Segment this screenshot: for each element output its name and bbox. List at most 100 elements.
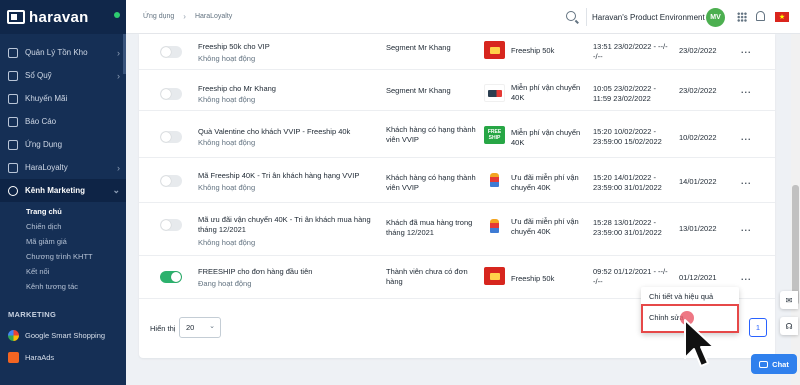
- table-row[interactable]: Mã Freeship 40K - Tri ân khách hàng hạng…: [139, 158, 775, 203]
- menu-icon: [8, 116, 18, 127]
- menu-icon: [8, 47, 18, 58]
- sidebar-item-label: Quản Lý Tồn Kho: [25, 48, 88, 57]
- sidebar-subitem[interactable]: Kênh tương tác: [0, 279, 126, 294]
- page-scrollbar-thumb[interactable]: [792, 185, 799, 305]
- sidebar-subitem[interactable]: Mã giảm giá: [0, 234, 126, 249]
- campaign-toggle[interactable]: [160, 175, 182, 187]
- more-actions-icon[interactable]: ...: [741, 85, 752, 95]
- campaign-toggle[interactable]: [160, 219, 182, 231]
- page-size-select[interactable]: 20 ⌄: [179, 317, 221, 338]
- more-actions-icon[interactable]: ...: [741, 132, 752, 142]
- sidebar-item-label: Khuyến Mãi: [25, 94, 68, 103]
- environment-name[interactable]: Haravan's Product Environment: [592, 13, 705, 22]
- free-ship-badge-icon: FREE SHIP: [484, 126, 505, 144]
- chevron-right-icon: ›: [183, 12, 186, 21]
- menu-icon: [8, 185, 18, 196]
- sidebar-item-kênh-marketing[interactable]: Kênh Marketing ⌄: [0, 179, 126, 202]
- sidebar-subitem[interactable]: Chiến dịch: [0, 219, 126, 234]
- menu-item-details[interactable]: Chi tiết và hiệu quả: [649, 292, 713, 301]
- menu-icon: [8, 162, 18, 173]
- sidebar-item-khuyến-mãi[interactable]: Khuyến Mãi: [0, 87, 126, 110]
- menu-icon: [8, 70, 18, 81]
- campaign-status: Không hoạt động: [198, 183, 256, 192]
- brand-name: haravan: [29, 8, 89, 26]
- online-status-dot: [114, 12, 120, 18]
- sidebar-item-label: Báo Cáo: [25, 117, 57, 126]
- campaign-toggle[interactable]: [160, 88, 182, 100]
- sidebar-subitem[interactable]: Kết nối: [0, 264, 126, 279]
- sidebar-app-haraads[interactable]: HaraAds: [0, 346, 126, 368]
- apps-grid-icon[interactable]: [737, 12, 747, 22]
- campaign-title[interactable]: Mã Freeship 40K - Tri ân khách hàng hạng…: [198, 171, 378, 181]
- campaign-segment: Khách hàng có hạng thành viên VVIP: [386, 173, 476, 192]
- campaign-title[interactable]: Freeship cho Mr Khang: [198, 84, 378, 94]
- sidebar-app-label: Google Smart Shopping: [25, 330, 106, 340]
- campaign-status: Không hoạt động: [198, 54, 256, 63]
- campaign-prize: Freeship 50k: [511, 46, 555, 55]
- sidebar-item-báo-cáo[interactable]: Báo Cáo: [0, 110, 126, 133]
- campaign-title[interactable]: FREESHIP cho đơn hàng đầu tiên: [198, 267, 378, 277]
- campaign-segment: Thành viên chưa có đơn hàng: [386, 267, 468, 286]
- chevron-right-icon: ›: [117, 47, 120, 58]
- campaign-dates: 15:20 10/02/2022 - 23:59:00 15/02/2022: [593, 127, 662, 146]
- campaign-segment: Segment Mr Khang: [386, 86, 451, 95]
- sidebar-item-sổ-quỹ[interactable]: Sổ Quỹ ›: [0, 64, 126, 87]
- sidebar-subitem[interactable]: Chương trình KHTT: [0, 249, 126, 264]
- more-actions-icon[interactable]: ...: [741, 272, 752, 282]
- pagination-page-1[interactable]: 1: [749, 318, 767, 337]
- campaign-segment: Khách hàng có hạng thành viên VVIP: [386, 125, 476, 144]
- menu-icon: [8, 93, 18, 104]
- delivery-person-icon: [484, 217, 505, 235]
- campaign-segment: Segment Mr Khang: [386, 43, 451, 52]
- delivery-person-icon: [484, 171, 505, 189]
- campaign-prize: Ưu đãi miễn phí vận chuyển 40K: [511, 173, 579, 192]
- sidebar-subitem[interactable]: Trang chủ: [0, 204, 126, 219]
- sidebar-app-google-smart-shopping[interactable]: Google Smart Shopping: [0, 324, 126, 346]
- breadcrumb-haraloyalty[interactable]: HaraLoyalty: [195, 13, 232, 20]
- bell-icon[interactable]: [756, 11, 765, 21]
- topbar-divider: [586, 8, 587, 26]
- campaign-toggle[interactable]: [160, 46, 182, 58]
- campaign-dates: 13:51 23/02/2022 - --/--/--: [593, 42, 668, 61]
- campaign-title[interactable]: Quà Valentine cho khách VVIP - Freeship …: [198, 127, 378, 137]
- campaign-dates: 09:52 01/12/2021 - --/--/--: [593, 267, 668, 286]
- google-icon: [8, 329, 19, 341]
- sidebar: haravan Quản Lý Tồn Kho › Sổ Quỹ › Khuyến Mã…: [0, 0, 126, 385]
- sidebar-item-ứng-dụng[interactable]: Ứng Dụng: [0, 133, 126, 156]
- breadcrumb-apps[interactable]: Ứng dụng: [143, 13, 174, 20]
- search-icon[interactable]: [566, 11, 576, 21]
- menu-icon: [8, 139, 18, 150]
- campaign-toggle[interactable]: [160, 131, 182, 143]
- headset-icon[interactable]: ☊: [780, 317, 798, 335]
- campaign-created-date: 01/12/2021: [679, 273, 717, 282]
- campaign-title[interactable]: Mã ưu đãi vận chuyển 40K - Tri ân khách …: [198, 215, 378, 235]
- campaign-title[interactable]: Freeship 50k cho VIP: [198, 42, 378, 52]
- haraads-icon: [8, 351, 19, 363]
- table-row[interactable]: Freeship cho Mr Khang Không hoạt động Segm…: [139, 70, 775, 111]
- sidebar-item-label: Kênh Marketing: [25, 186, 86, 195]
- campaign-toggle[interactable]: [160, 271, 182, 283]
- delivery-truck-icon: [484, 84, 505, 102]
- table-row[interactable]: Quà Valentine cho khách VVIP - Freeship …: [139, 111, 775, 158]
- sidebar-item-label: HaraLoyalty: [25, 163, 68, 172]
- more-actions-icon[interactable]: ...: [741, 45, 752, 55]
- table-row[interactable]: Freeship 50k cho VIP Không hoạt động Segme…: [139, 34, 775, 70]
- vietnam-flag-icon[interactable]: ★: [775, 12, 789, 22]
- chevron-down-icon: ⌄: [209, 323, 215, 330]
- mail-icon[interactable]: ✉: [780, 291, 798, 309]
- campaign-created-date: 14/01/2022: [679, 177, 717, 186]
- chevron-down-icon: ⌄: [112, 185, 120, 195]
- brand-logo[interactable]: haravan: [0, 0, 126, 34]
- table-row[interactable]: Mã ưu đãi vận chuyển 40K - Tri ân khách …: [139, 203, 775, 256]
- more-actions-icon[interactable]: ...: [741, 176, 752, 186]
- campaign-prize: Miễn phí vận chuyển 40K: [511, 83, 581, 102]
- sidebar-item-haraloyalty[interactable]: HaraLoyalty ›: [0, 156, 126, 179]
- more-actions-icon[interactable]: ...: [741, 223, 752, 233]
- avatar[interactable]: MV: [706, 8, 725, 27]
- mouse-cursor-icon: [684, 319, 715, 367]
- campaign-status: Không hoạt động: [198, 238, 256, 247]
- campaign-status: Không hoạt động: [198, 138, 256, 147]
- chat-button[interactable]: Chat: [751, 354, 797, 374]
- haravan-logo-icon: [7, 10, 25, 24]
- sidebar-item-quản-lý-tồn-kho[interactable]: Quản Lý Tồn Kho ›: [0, 41, 126, 64]
